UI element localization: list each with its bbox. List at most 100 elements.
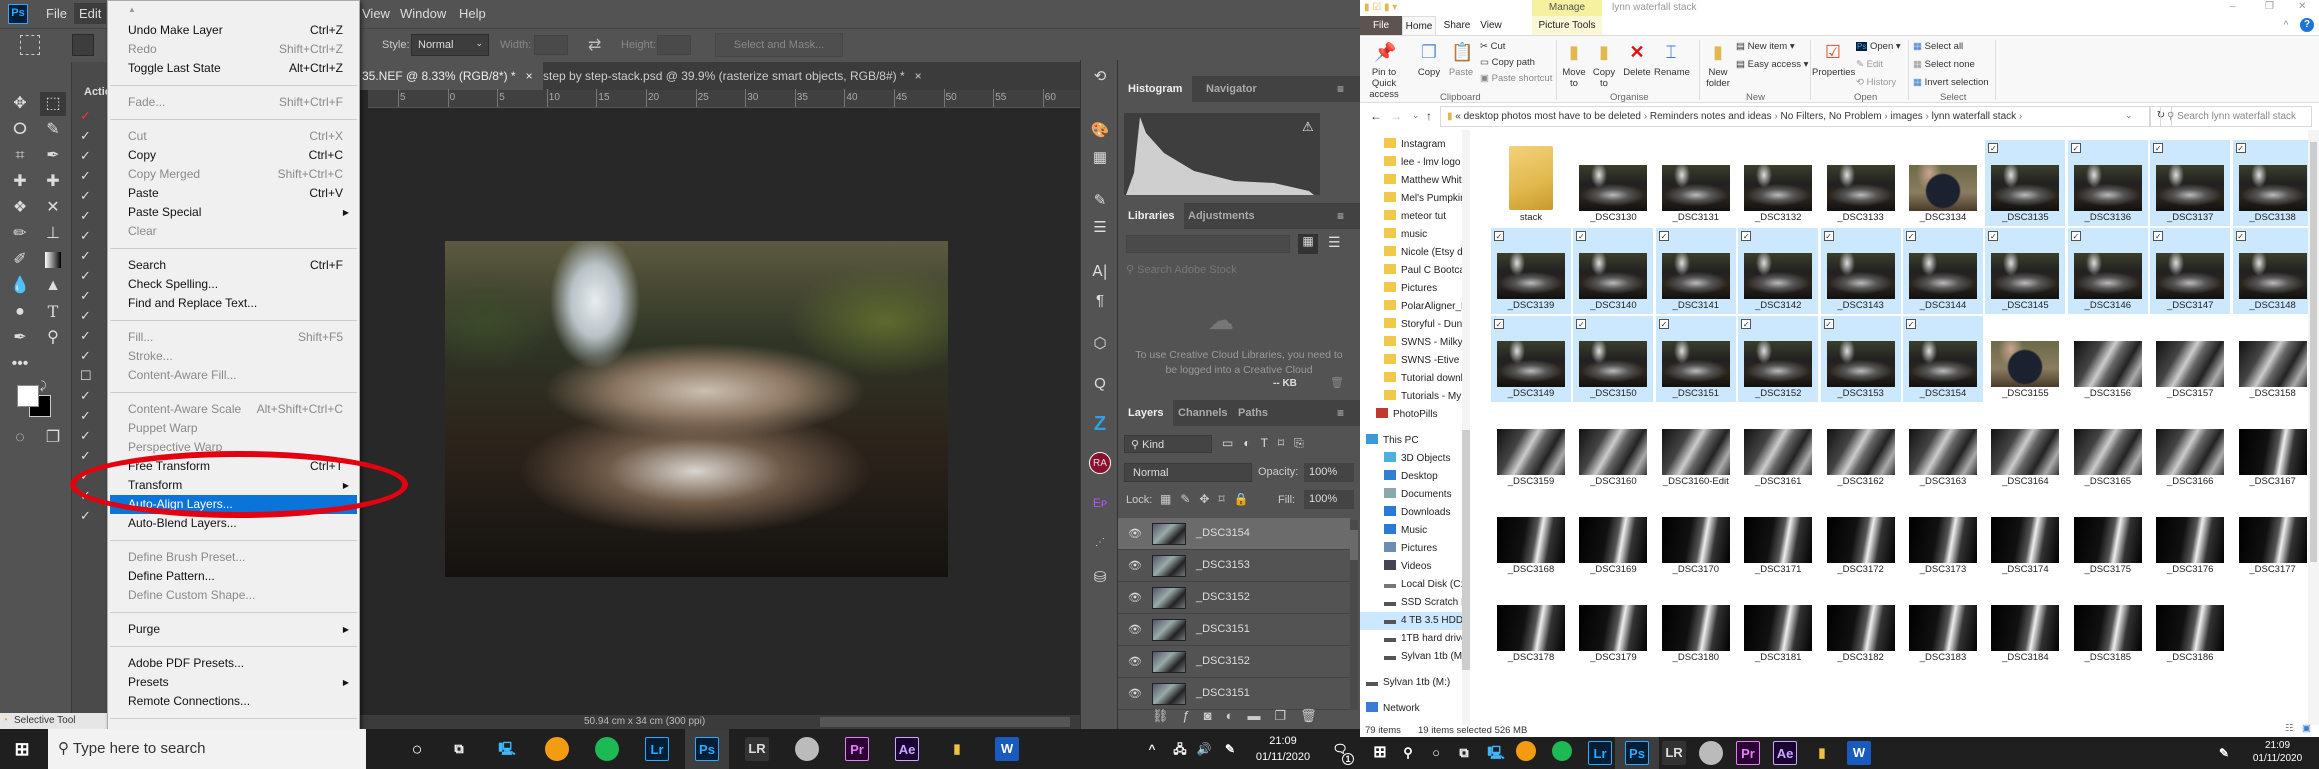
file-tile[interactable]: _DSC3156 [2068,316,2148,402]
nav-item-nicole-etsy-digital[interactable]: Nicole (Etsy digital) [1360,244,1462,262]
file-tile[interactable]: _DSC3132 [1738,140,1818,226]
tray-chevron-icon[interactable]: ^ [1140,737,1164,761]
file-tile[interactable]: _DSC3155 [1985,316,2065,402]
menu-item-define-pattern[interactable]: Define Pattern... [110,567,357,586]
taskbar-app-w-icon[interactable]: W [1847,741,1871,765]
nav-item-ssd-scratch-disk[interactable]: SSD Scratch Disk [1360,594,1462,612]
checkbox-checked[interactable]: ✓ [1988,231,1999,241]
file-tile[interactable]: ✓ _DSC3137 [2150,140,2231,226]
style-select[interactable]: Normal ⌄ [411,34,489,56]
menu-item-purge[interactable]: Purge ▶ [110,620,357,639]
file-tile[interactable]: ✓ _DSC3153 [1820,316,1901,402]
paste-shortcut-button[interactable]: ▣ Paste shortcut [1480,72,1552,86]
menu-item-fade[interactable]: Fade... Shift+Ctrl+F [110,93,357,112]
nav-item-documents[interactable]: Documents [1360,486,1462,504]
checkbox-checked[interactable]: ✓ [1823,231,1834,241]
more-tools-icon[interactable]: ••• [7,352,33,376]
collapse-ribbon-icon[interactable]: ^ [2278,16,2294,35]
menu-item-stroke[interactable]: Stroke... [110,347,357,366]
action-toggle-checkbox[interactable]: ✓ [80,468,91,484]
menu-edit[interactable]: Edit [74,3,107,24]
browser-icon[interactable] [1516,741,1536,761]
edit-button[interactable]: ✎ Edit [1856,58,1883,72]
file-tile[interactable]: ✓ _DSC3147 [2150,228,2231,314]
forward-arrow-icon[interactable]: → [1390,109,1402,123]
nav-item-swns-milky-way[interactable]: SWNS - Milky way [1360,334,1462,352]
tab-adjustments[interactable]: Adjustments [1178,203,1265,229]
checkbox-checked[interactable]: ✓ [2153,143,2164,153]
nav-item-polaraligner-pro[interactable]: PolarAligner_Pro [1360,298,1462,316]
menu-view[interactable]: View [362,6,390,21]
layer-footer-icons[interactable]: ⛓ƒ◙◐▬❐🗑 [1152,708,1331,724]
brushes-icon[interactable]: ✎ [1089,190,1111,212]
copy-path-button[interactable]: ▭ Copy path [1480,56,1535,70]
action-toggle-checkbox[interactable]: ✓ [80,168,91,184]
menu-help[interactable]: Help [459,6,486,21]
file-tile[interactable]: ✓ _DSC3138 [2232,140,2313,226]
nav-item-paul-c-bootcamp[interactable]: Paul C Bootcamp [1360,262,1462,280]
new-selection-icon[interactable] [72,34,94,56]
breadcrumb-item[interactable]: desktop photos most have to be deleted [1464,111,1641,122]
file-tile[interactable]: ✓ _DSC3154 [1903,316,1983,402]
screen-mode-icon[interactable]: ❐ [40,426,66,450]
taskbar-app-lrt-icon[interactable]: LR [1662,741,1686,765]
menu-item-auto-align-layers[interactable]: Auto-Align Layers... [110,495,357,514]
width-input[interactable] [534,35,568,55]
dodge-tool-icon[interactable]: ● [7,300,33,324]
action-toggle-checkbox[interactable]: ✓ [80,248,91,264]
zoom-tool-icon[interactable]: ⚲ [40,326,66,350]
maximize-button[interactable]: ❐ [2265,1,2274,12]
taskbar-app-network-pc-icon[interactable]: 🖳 [495,737,519,761]
taskbar-app-browser-icon[interactable] [545,737,569,761]
plugin-stars-icon[interactable]: ⋰ [1089,532,1111,554]
nav-item-downloads[interactable]: Downloads [1360,504,1462,522]
file-tile[interactable]: ✓ _DSC3144 [1903,228,1983,314]
stock-search[interactable]: ⚲ Search Adobe Stock [1126,263,1237,276]
layer-filter-icons[interactable]: ▭◐T⌑⎘ [1222,436,1314,451]
file-tile[interactable]: _DSC3174 [1985,492,2065,578]
blur-tool-icon[interactable]: 💧 [7,274,33,298]
file-tile[interactable]: ✓ _DSC3136 [2067,140,2148,226]
checkbox-checked[interactable]: ✓ [1494,231,1504,241]
properties-button[interactable]: ☑ Properties [1812,40,1855,78]
taskbar-app-earth-icon[interactable] [795,737,819,761]
menu-file[interactable]: File [46,6,67,21]
trash-icon[interactable]: 🗑 [1330,376,1344,389]
panel-menu-icon[interactable]: ≡ [1327,76,1354,102]
layer-row[interactable]: 👁 _DSC3152 [1118,646,1350,678]
action-toggle-checkbox[interactable]: ✓ [80,108,91,124]
nav-item-tutorials-my-tuts[interactable]: Tutorials - My Tuts [1360,388,1462,406]
action-toggle-checkbox[interactable]: ✓ [80,408,91,424]
task-view-icon[interactable]: ⧉ [1452,741,1476,765]
healing-brush-tool-icon[interactable]: ✚ [40,170,66,194]
file-tile[interactable]: _DSC3171 [1738,492,1818,578]
up-arrow-icon[interactable]: ↑ [1426,109,1432,123]
layer-row[interactable]: 👁 _DSC3151 [1118,678,1350,710]
nav-item-instagram[interactable]: Instagram [1360,136,1462,154]
nav-item-network[interactable]: Network [1360,700,1462,718]
menu-item-check-spelling[interactable]: Check Spelling... [110,275,357,294]
eraser-tool-icon[interactable]: ✐ [7,248,33,272]
file-tile[interactable]: _DSC3182 [1821,580,1901,666]
content-aware-move-tool-icon[interactable]: ✕ [40,196,66,220]
checkbox-checked[interactable]: ✓ [2070,231,2081,241]
nav-item-lee-lmv-logo[interactable]: lee - lmv logo [1360,154,1462,172]
nav-item-4-tb-3-5-hdd-f[interactable]: 4 TB 3.5 HDD (F:) [1360,612,1462,630]
checkbox-checked[interactable]: ✓ [1576,231,1587,241]
taskbar-app-ae-icon[interactable]: Ae [895,737,919,761]
search-box[interactable]: ⚲ Search lynn waterfall stack [2160,106,2312,127]
action-toggle-checkbox[interactable]: ✓ [80,448,91,464]
nav-item-tutorial-downloads[interactable]: Tutorial downloads [1360,370,1462,388]
plugin-box-icon[interactable]: ⛁ [1089,567,1111,589]
eye-visibility-icon[interactable]: 👁 [1128,655,1142,668]
lasso-tool-icon[interactable]: ⵔ [7,118,33,142]
checkbox-checked[interactable]: ✓ [1906,231,1916,241]
file-tile[interactable]: ✓ _DSC3141 [1655,228,1736,314]
file-tile[interactable]: _DSC3165 [2068,404,2148,490]
eye-visibility-icon[interactable]: 👁 [1128,591,1142,604]
checkbox-checked[interactable]: ✓ [1576,319,1587,329]
taskbar-app-w-icon[interactable]: W [995,737,1019,761]
nav-item-swns-etive-mor[interactable]: SWNS -Etive Mor [1360,352,1462,370]
breadcrumb-item[interactable]: No Filters, No Problem [1781,111,1882,122]
nav-item-matthew-whittome[interactable]: Matthew Whittome [1360,172,1462,190]
